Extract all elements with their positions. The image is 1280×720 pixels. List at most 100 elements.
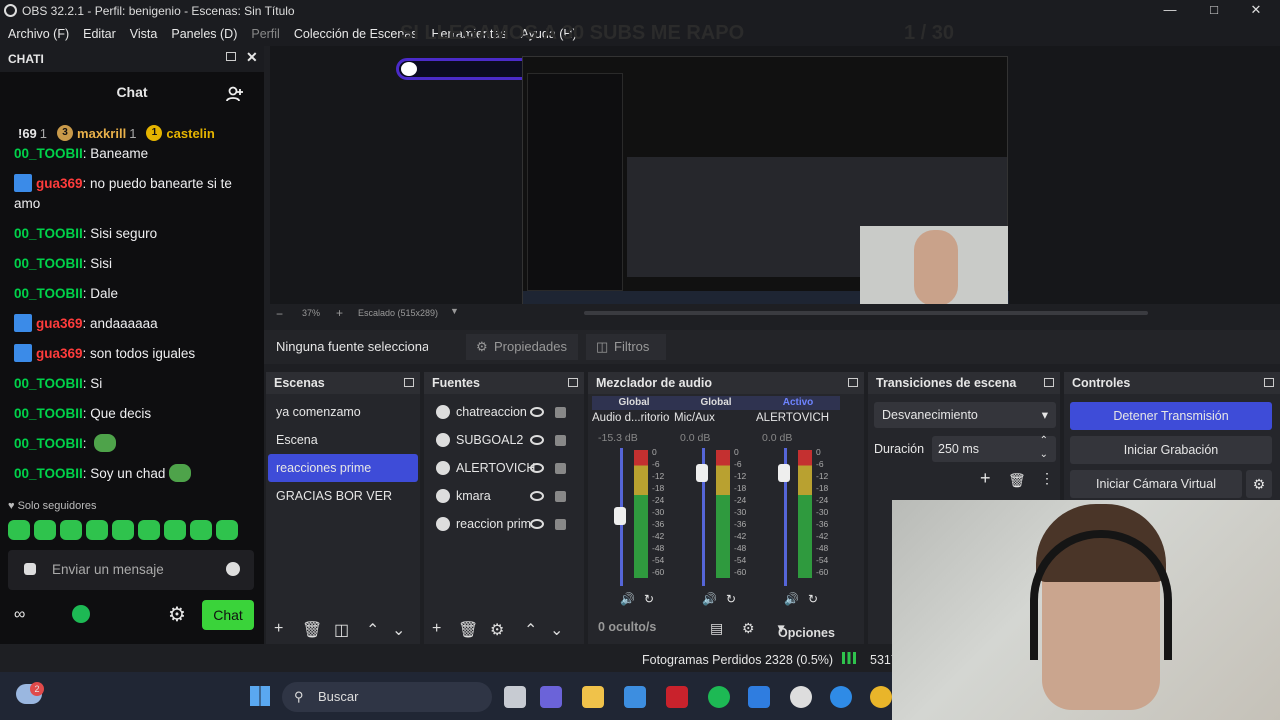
add-scene-button[interactable]: + <box>274 620 283 638</box>
visibility-icon[interactable] <box>530 463 544 473</box>
channel-menu-icon[interactable]: ↻ <box>644 592 654 606</box>
source-item[interactable]: SUBGOAL2 <box>426 426 582 454</box>
emote-icon[interactable] <box>138 520 160 540</box>
filters-button[interactable]: ◫ Filtros <box>586 334 666 360</box>
preview-scrollbar[interactable] <box>584 311 1148 315</box>
menu-editar[interactable]: Editar <box>83 27 116 41</box>
visibility-icon[interactable] <box>530 519 544 529</box>
zoom-in-button[interactable]: + <box>336 306 343 320</box>
lock-icon[interactable] <box>555 435 566 446</box>
lock-icon[interactable] <box>555 519 566 530</box>
source-item[interactable]: kmara <box>426 482 582 510</box>
users-icon[interactable] <box>226 86 244 102</box>
channel-name[interactable]: Mic/Aux <box>674 412 715 424</box>
chat-username[interactable]: 00_TOOBII <box>14 226 83 241</box>
taskbar-search[interactable]: ⚲ Buscar <box>282 682 492 712</box>
stepper-icon[interactable]: ⌃ ⌄ <box>1040 434 1048 462</box>
menu-paneles[interactable]: Paneles (D) <box>171 27 237 41</box>
chat-username[interactable]: 00_TOOBII <box>14 436 83 451</box>
obs-taskbar-icon[interactable] <box>790 686 812 708</box>
chat-username[interactable]: 00_TOOBII <box>14 466 83 481</box>
scale-dropdown-icon[interactable]: ▼ <box>450 306 459 316</box>
visibility-icon[interactable] <box>530 435 544 445</box>
options-button[interactable]: Opciones ▾ <box>778 620 835 640</box>
emote-icon[interactable] <box>60 520 82 540</box>
start-virtualcam-button[interactable]: Iniciar Cámara Virtual <box>1070 470 1242 498</box>
transition-select[interactable]: Desvanecimiento ▾ <box>874 402 1056 428</box>
emote-icon[interactable] <box>86 520 108 540</box>
mute-icon[interactable]: 🔊 <box>620 592 635 606</box>
emote-icon[interactable] <box>112 520 134 540</box>
chat-username[interactable]: gua369 <box>36 316 83 331</box>
source-item[interactable]: chatreaccion <box>426 398 582 426</box>
scene-item[interactable]: GRACIAS BOR VER <box>268 482 418 510</box>
todo-icon[interactable] <box>748 686 770 708</box>
remove-scene-button[interactable]: 🗑 <box>302 620 322 640</box>
emote-icon[interactable] <box>216 520 238 540</box>
send-chat-button[interactable]: Chat <box>202 600 254 630</box>
visibility-icon[interactable] <box>530 491 544 501</box>
stop-stream-button[interactable]: Detener Transmisión <box>1070 402 1272 430</box>
mute-icon[interactable]: 🔊 <box>702 592 717 606</box>
add-transition-button[interactable]: + <box>980 468 991 489</box>
move-down-button[interactable]: ⌄ <box>392 620 405 640</box>
emote-icon[interactable] <box>34 520 56 540</box>
channel-menu-icon[interactable]: ↻ <box>726 592 736 606</box>
start-recording-button[interactable]: Iniciar Grabación <box>1070 436 1272 464</box>
visibility-icon[interactable] <box>530 407 544 417</box>
undock-icon[interactable] <box>848 378 858 387</box>
menu-archivo[interactable]: Archivo (F) <box>8 27 69 41</box>
undock-icon[interactable] <box>1264 378 1274 387</box>
remove-source-button[interactable]: 🗑 <box>458 620 478 640</box>
file-explorer-icon[interactable] <box>582 686 604 708</box>
chat-username[interactable]: 00_TOOBII <box>14 286 83 301</box>
minimize-button[interactable]: — <box>1160 2 1180 20</box>
menu-perfil[interactable]: Perfil <box>251 27 279 41</box>
chat-message-input[interactable]: Enviar un mensaje <box>8 550 254 590</box>
zoom-out-button[interactable]: − <box>276 307 283 321</box>
chat-username[interactable]: 00_TOOBII <box>14 256 83 271</box>
more-icon[interactable]: ⋮ <box>1040 470 1054 487</box>
move-down-button[interactable]: ⌄ <box>550 620 563 640</box>
source-item[interactable]: reaccion prim <box>426 510 582 538</box>
scene-item[interactable]: ya comenzamo <box>268 398 418 426</box>
menu-vista[interactable]: Vista <box>130 27 158 41</box>
lock-icon[interactable] <box>555 463 566 474</box>
remove-transition-button[interactable]: 🗑 <box>1008 472 1026 489</box>
mcafee-icon[interactable] <box>666 686 688 708</box>
bits-icon[interactable] <box>24 563 36 575</box>
emote-icon[interactable] <box>164 520 186 540</box>
task-view-icon[interactable] <box>504 686 526 708</box>
duration-spinbox[interactable]: 250 ms ⌃ ⌄ <box>932 434 1056 462</box>
move-up-button[interactable]: ⌃ <box>366 620 379 640</box>
advanced-audio-button[interactable]: ⚙ <box>742 620 755 637</box>
scene-filters-button[interactable]: ◫ <box>334 620 349 640</box>
close-window-button[interactable]: ✕ <box>1246 2 1266 20</box>
points-icon[interactable]: ∞ <box>14 606 25 624</box>
store-icon[interactable] <box>624 686 646 708</box>
extension-icon[interactable] <box>72 605 90 623</box>
source-item[interactable]: ALERTOVICH <box>426 454 582 482</box>
channel-name[interactable]: Audio d...ritorio <box>592 412 669 424</box>
start-icon[interactable] <box>250 686 270 706</box>
volume-fader[interactable] <box>614 506 626 525</box>
virtualcam-settings-icon[interactable]: ⚙ <box>1246 470 1272 498</box>
undock-icon[interactable] <box>226 52 236 61</box>
chat-username[interactable]: gua369 <box>36 176 83 191</box>
emote-icon[interactable] <box>8 520 30 540</box>
volume-fader[interactable] <box>778 463 790 482</box>
scene-item[interactable]: reacciones prime <box>268 454 418 482</box>
close-dock-icon[interactable]: ✕ <box>246 49 258 66</box>
source-properties-button[interactable]: ⚙ <box>490 620 504 640</box>
properties-button[interactable]: ⚙ Propiedades <box>466 334 578 360</box>
teams-icon[interactable] <box>540 686 562 708</box>
maximize-button[interactable]: □ <box>1204 2 1224 20</box>
move-up-button[interactable]: ⌃ <box>524 620 537 640</box>
emote-icon[interactable] <box>190 520 212 540</box>
lock-icon[interactable] <box>555 491 566 502</box>
volume-fader[interactable] <box>696 463 708 482</box>
undock-icon[interactable] <box>404 378 414 387</box>
mute-icon[interactable]: 🔊 <box>784 592 799 606</box>
emote-picker-icon[interactable] <box>226 562 240 576</box>
help-icon[interactable] <box>830 686 852 708</box>
